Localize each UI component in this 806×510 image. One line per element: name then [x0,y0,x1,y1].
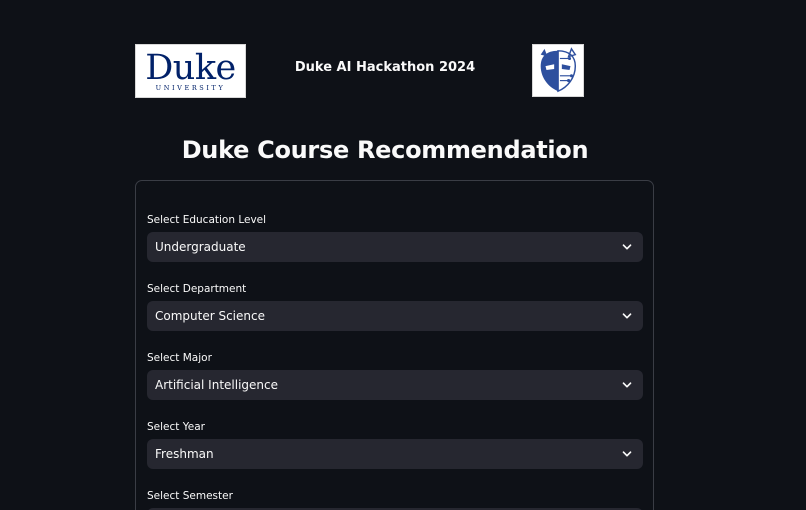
semester-label: Select Semester [147,490,233,502]
major-label: Select Major [147,352,212,364]
major-select[interactable]: Artificial Intelligence [147,370,643,400]
education-level-field: Select Education Level Undergraduate [147,213,643,262]
recommendation-form: Select Education Level Undergraduate Sel… [135,180,654,510]
year-field: Select Year Freshman [147,420,643,469]
department-field: Select Department Computer Science [147,282,643,331]
major-value: Artificial Intelligence [155,378,278,392]
page-title: Duke Course Recommendation [181,136,589,164]
major-field: Select Major Artificial Intelligence [147,351,643,400]
semester-field: Select Semester [147,489,643,503]
department-value: Computer Science [155,309,265,323]
education-level-value: Undergraduate [155,240,246,254]
header: Duke UNIVERSITY Duke AI Hackathon 2024 [135,44,655,98]
chevron-down-icon[interactable] [621,448,633,460]
education-level-select[interactable]: Undergraduate [147,232,643,262]
chevron-down-icon[interactable] [621,241,633,253]
hackathon-title: Duke AI Hackathon 2024 [294,60,476,75]
education-level-label: Select Education Level [147,214,267,226]
department-select[interactable]: Computer Science [147,301,643,331]
chevron-down-icon[interactable] [621,379,633,391]
department-label: Select Department [147,283,247,295]
year-select[interactable]: Freshman [147,439,643,469]
duke-logo-subtitle: UNIVERSITY [155,84,226,92]
duke-logo-word: Duke [145,48,236,88]
year-value: Freshman [155,447,214,461]
mask-circuit-icon [532,44,584,97]
chevron-down-icon[interactable] [621,310,633,322]
year-label: Select Year [147,421,205,433]
duke-logo: Duke UNIVERSITY [135,44,246,98]
app-page: Duke UNIVERSITY Duke AI Hackathon 2024 D… [0,0,806,510]
